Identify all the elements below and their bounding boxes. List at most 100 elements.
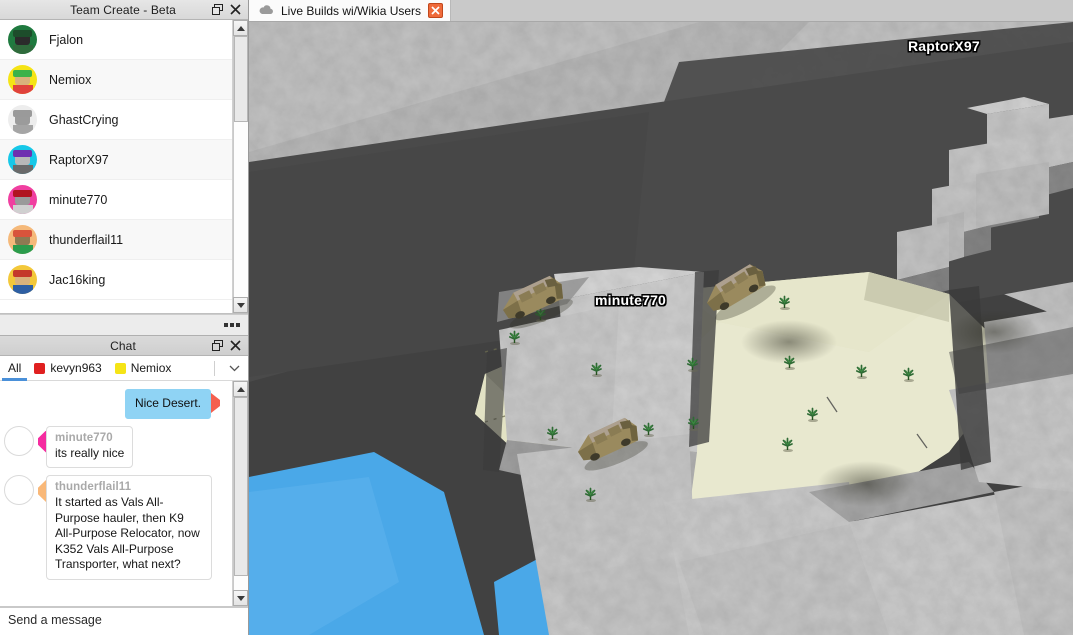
- team-member-row[interactable]: RaptorX97: [0, 140, 232, 180]
- team-member-row[interactable]: minute770: [0, 180, 232, 220]
- shrub-prop: [687, 416, 700, 431]
- team-member-name: Nemiox: [49, 73, 91, 87]
- chat-filter-tabs[interactable]: All kevyn963 Nemiox: [0, 356, 248, 381]
- shrub-prop: [712, 288, 725, 303]
- avatar: [8, 225, 37, 254]
- 3d-viewport[interactable]: RaptorX97 minute770: [249, 22, 1073, 635]
- chat-bubble-self: Nice Desert.: [125, 389, 211, 419]
- transport-vehicle: [485, 262, 580, 340]
- team-member-row[interactable]: Nemiox: [0, 60, 232, 100]
- close-icon[interactable]: [230, 4, 241, 15]
- team-create-panel: Team Create - Beta: [0, 0, 248, 336]
- team-create-footer: [0, 314, 248, 336]
- chat-message-text: its really nice: [55, 446, 124, 462]
- chat-message-text: It started as Vals All-Purpose hauler, t…: [55, 495, 203, 573]
- team-create-titlebar: Team Create - Beta: [0, 0, 248, 20]
- team-member-row[interactable]: GhastCrying: [0, 100, 232, 140]
- chat-message-text: Nice Desert.: [135, 396, 201, 412]
- chat-panel: Chat All kevyn963 Nemiox: [0, 336, 248, 635]
- avatar: [8, 265, 37, 294]
- transport-vehicle: [560, 404, 655, 482]
- chat-message: minute770 its really nice: [4, 426, 226, 469]
- chat-message-author: thunderflail11: [55, 481, 203, 493]
- avatar: [8, 65, 37, 94]
- chat-filter-color-swatch: [115, 363, 126, 374]
- chat-message-list[interactable]: Nice Desert. minute770 its really nice thun…: [0, 381, 232, 606]
- scroll-track[interactable]: [233, 36, 248, 297]
- shrub-prop: [534, 307, 547, 322]
- avatar: [8, 185, 37, 214]
- shrub-prop: [781, 437, 794, 452]
- team-member-row[interactable]: Fjalon: [0, 20, 232, 60]
- team-member-row[interactable]: Jac16king: [0, 260, 232, 300]
- document-tabbar[interactable]: Live Builds wi/Wikia Users: [249, 0, 1073, 22]
- left-dock: Team Create - Beta: [0, 0, 249, 635]
- chat-filter-nemiox[interactable]: Nemiox: [113, 356, 174, 381]
- shrub-prop: [590, 362, 603, 377]
- close-tab-icon[interactable]: [428, 3, 443, 18]
- chat-input-area[interactable]: [0, 607, 248, 635]
- chat-message-author: minute770: [55, 432, 124, 444]
- chat-bubble: thunderflail11 It started as Vals All-Pur…: [46, 475, 212, 580]
- chat-filter-all[interactable]: All: [6, 356, 23, 381]
- chat-message-input[interactable]: [8, 613, 240, 627]
- chat-titlebar: Chat: [0, 336, 248, 356]
- studio-window: Team Create - Beta: [0, 0, 1073, 635]
- chat-bubble-tail: [211, 393, 220, 413]
- avatar: [8, 145, 37, 174]
- avatar: [8, 105, 37, 134]
- chat-message: thunderflail11 It started as Vals All-Pur…: [4, 475, 226, 580]
- chat-scrollbar[interactable]: [232, 381, 248, 606]
- scene-props: RaptorX97 minute770: [249, 22, 1073, 635]
- scroll-up-arrow-icon[interactable]: [233, 20, 248, 36]
- scroll-down-arrow-icon[interactable]: [233, 590, 248, 606]
- chat-message: Nice Desert.: [4, 389, 226, 419]
- player-nametag: RaptorX97: [908, 38, 980, 54]
- chat-title: Chat: [0, 339, 212, 353]
- team-member-name: minute770: [49, 193, 107, 207]
- team-member-name: Jac16king: [49, 273, 105, 287]
- scroll-down-arrow-icon[interactable]: [233, 297, 248, 313]
- chevron-down-icon[interactable]: [224, 356, 244, 381]
- team-member-name: RaptorX97: [49, 153, 109, 167]
- team-member-name: thunderflail11: [49, 233, 123, 247]
- chat-filter-label: All: [8, 361, 21, 375]
- shrub-prop: [902, 367, 915, 382]
- team-member-list[interactable]: Fjalon Nemiox GhastCrying RaptorX97 minute77…: [0, 20, 232, 313]
- team-create-body: Fjalon Nemiox GhastCrying RaptorX97 minute77…: [0, 20, 248, 314]
- close-icon[interactable]: [230, 340, 241, 351]
- shrub-prop: [642, 422, 655, 437]
- shrub-prop: [686, 357, 699, 372]
- scroll-up-arrow-icon[interactable]: [233, 381, 248, 397]
- overflow-dots-icon[interactable]: [224, 323, 240, 327]
- document-tab[interactable]: Live Builds wi/Wikia Users: [249, 0, 451, 21]
- chat-bubble-tail: [38, 431, 46, 453]
- cloud-icon: [258, 4, 274, 18]
- team-member-name: Fjalon: [49, 33, 83, 47]
- scroll-thumb[interactable]: [234, 36, 248, 122]
- shrub-prop: [806, 407, 819, 422]
- player-nametag: minute770: [595, 292, 666, 308]
- restore-icon[interactable]: [212, 4, 223, 15]
- document-tab-label: Live Builds wi/Wikia Users: [281, 4, 421, 18]
- divider: [214, 361, 215, 376]
- chat-bubble: minute770 its really nice: [46, 426, 133, 469]
- shrub-prop: [584, 487, 597, 502]
- shrub-prop: [546, 426, 559, 441]
- avatar: [4, 475, 34, 505]
- scroll-thumb[interactable]: [234, 397, 248, 576]
- team-member-name: GhastCrying: [49, 113, 118, 127]
- chat-filter-kevyn963[interactable]: kevyn963: [32, 356, 103, 381]
- avatar: [8, 25, 37, 54]
- restore-icon[interactable]: [212, 340, 223, 351]
- chat-body: Nice Desert. minute770 its really nice thun…: [0, 381, 248, 607]
- chat-filter-color-swatch: [34, 363, 45, 374]
- transport-vehicle: [688, 250, 784, 334]
- shrub-prop: [508, 330, 521, 345]
- team-member-row[interactable]: thunderflail11: [0, 220, 232, 260]
- scroll-track[interactable]: [233, 397, 248, 590]
- avatar: [4, 426, 34, 456]
- chat-filter-label: Nemiox: [131, 361, 172, 375]
- main-area: Live Builds wi/Wikia Users: [249, 0, 1073, 635]
- team-create-scrollbar[interactable]: [232, 20, 248, 313]
